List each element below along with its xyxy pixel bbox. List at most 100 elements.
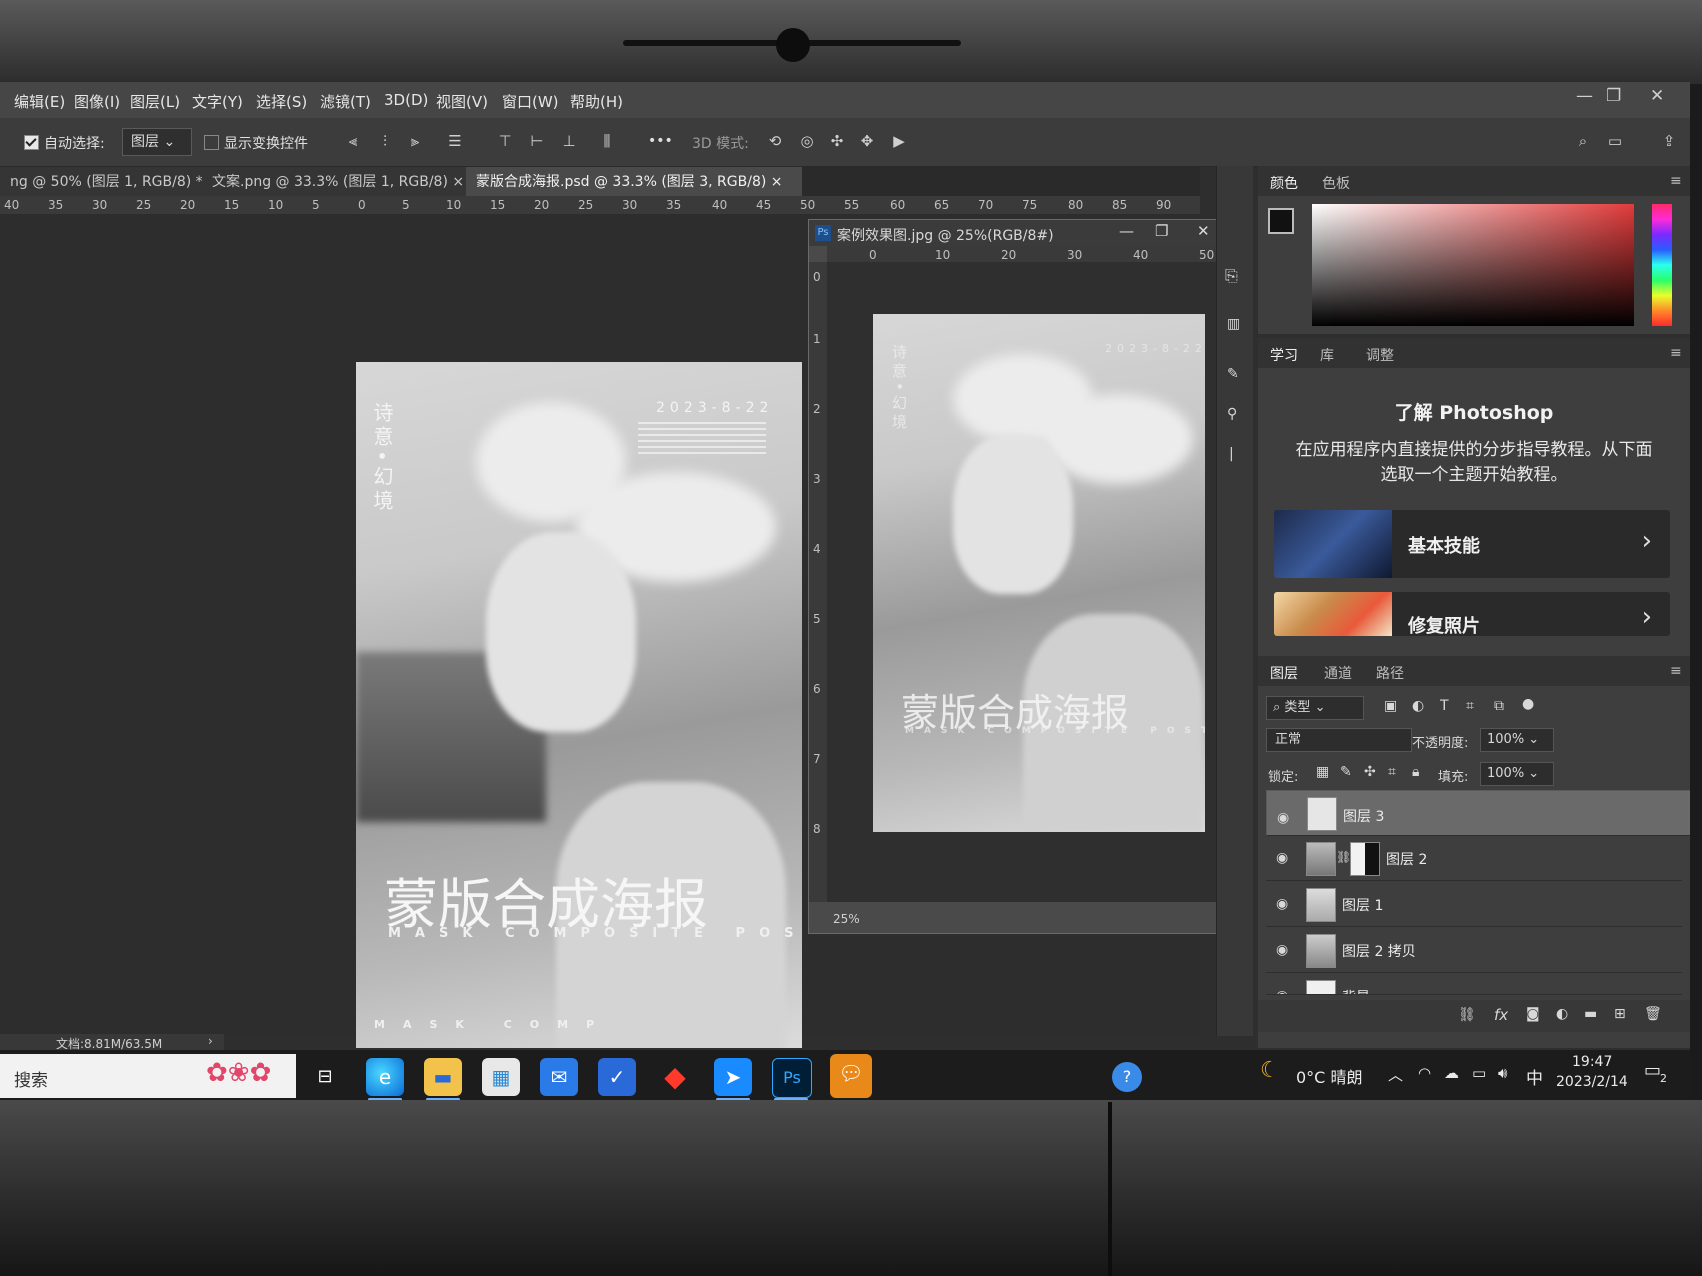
network-icon[interactable]: ◠ bbox=[1418, 1064, 1431, 1082]
tab-libraries[interactable]: 库 bbox=[1320, 345, 1334, 365]
distribute-vertical-icon[interactable]: ⫼ bbox=[598, 132, 616, 150]
shape-filter-icon[interactable]: ⌗ bbox=[1466, 698, 1474, 714]
adjustment-layer-icon[interactable]: ◐ bbox=[1556, 1006, 1568, 1022]
menu-3d[interactable]: 3D(D) bbox=[384, 91, 428, 109]
align-middle-icon[interactable]: ⊢ bbox=[528, 132, 546, 150]
filter-toggle-icon[interactable]: ● bbox=[1522, 696, 1534, 712]
auto-select-option[interactable]: 自动选择: bbox=[24, 133, 105, 153]
menu-edit[interactable]: 编辑(E) bbox=[14, 91, 65, 112]
lock-all-icon[interactable]: 🔒︎ bbox=[1412, 764, 1419, 780]
restore-button[interactable]: ❐ bbox=[1606, 86, 1621, 106]
app-blue-icon[interactable]: ✓ bbox=[598, 1058, 636, 1096]
trash-icon[interactable]: 🗑︎ bbox=[1644, 1006, 1662, 1022]
more-options[interactable]: ••• bbox=[648, 133, 673, 149]
align-left-icon[interactable]: ⫷ bbox=[344, 132, 362, 150]
tab-close-icon[interactable]: × bbox=[452, 174, 464, 190]
history-icon[interactable]: ⎘ bbox=[1225, 266, 1238, 286]
fx-button[interactable]: fx bbox=[1494, 1006, 1508, 1024]
tray-chevron-icon[interactable]: ︿ bbox=[1388, 1064, 1403, 1085]
search-icon[interactable]: ⌕ bbox=[1574, 132, 1592, 150]
3d-pan-icon[interactable]: ✣ bbox=[828, 132, 846, 150]
floating-window-titlebar[interactable]: Ps 案例效果图.jpg @ 25%(RGB/8#) — ❐ ✕ bbox=[809, 220, 1245, 246]
file-explorer-icon[interactable]: ▬ bbox=[424, 1058, 462, 1096]
tab-adjustments[interactable]: 调整 bbox=[1366, 345, 1394, 365]
blend-mode-dropdown[interactable]: 正常 bbox=[1266, 728, 1412, 752]
panel-menu-icon[interactable]: ≡ bbox=[1670, 173, 1682, 189]
show-transform-checkbox[interactable] bbox=[204, 135, 219, 150]
close-button[interactable]: ✕ bbox=[1650, 86, 1664, 106]
auto-select-dropdown[interactable]: 图层 ⌄ bbox=[122, 128, 192, 156]
learn-card-fix-photo[interactable]: 修复照片 › bbox=[1274, 592, 1670, 636]
lock-paint-icon[interactable]: ✎ bbox=[1340, 764, 1352, 780]
layer-row[interactable]: ◉ 图层 1 bbox=[1266, 882, 1682, 927]
layer-filter-dropdown[interactable]: ⌕ 类型 ⌄ bbox=[1266, 696, 1364, 720]
float-minimize-button[interactable]: — bbox=[1119, 222, 1134, 240]
menu-image[interactable]: 图像(I) bbox=[74, 91, 120, 112]
3d-camera-icon[interactable]: ▶ bbox=[890, 132, 908, 150]
tab-doc-2[interactable]: 文案.png @ 33.3% (图层 1, RGB/8) × bbox=[202, 167, 470, 197]
align-right-icon[interactable]: ⫸ bbox=[406, 132, 424, 150]
pixel-filter-icon[interactable]: ▣ bbox=[1384, 698, 1397, 714]
edge-icon[interactable]: e bbox=[366, 1058, 404, 1096]
app-red-icon[interactable]: ◆ bbox=[656, 1058, 694, 1096]
store-icon[interactable]: ▦ bbox=[482, 1058, 520, 1096]
layer-row[interactable]: ◉ 图层 2 拷贝 bbox=[1266, 928, 1682, 973]
float-zoom-level[interactable]: 25% bbox=[833, 912, 860, 926]
panel-menu-icon[interactable]: ≡ bbox=[1670, 663, 1682, 679]
eye-icon[interactable]: ◉ bbox=[1276, 896, 1288, 912]
minimize-button[interactable]: — bbox=[1576, 86, 1593, 106]
tab-doc-1[interactable]: ng @ 50% (图层 1, RGB/8) * × bbox=[0, 167, 219, 197]
workspace-icon[interactable]: ▭ bbox=[1606, 132, 1624, 150]
float-maximize-button[interactable]: ❐ bbox=[1155, 222, 1168, 240]
eye-icon[interactable]: ◉ bbox=[1277, 805, 1289, 831]
add-mask-icon[interactable]: ◙ bbox=[1526, 1006, 1540, 1022]
tab-layers[interactable]: 图层 bbox=[1270, 663, 1298, 683]
photoshop-taskbar-icon[interactable]: Ps bbox=[772, 1058, 812, 1098]
color-field[interactable] bbox=[1312, 204, 1634, 326]
eye-icon[interactable]: ◉ bbox=[1276, 942, 1288, 958]
tab-swatches[interactable]: 色板 bbox=[1322, 173, 1350, 193]
tab-color[interactable]: 颜色 bbox=[1270, 173, 1298, 193]
notification-icon[interactable]: ▭ bbox=[1644, 1060, 1661, 1081]
panel-menu-icon[interactable]: ≡ bbox=[1670, 345, 1682, 361]
align-top-icon[interactable]: ⊤ bbox=[496, 132, 514, 150]
type-filter-icon[interactable]: T bbox=[1440, 698, 1449, 714]
menu-layer[interactable]: 图层(L) bbox=[130, 91, 180, 112]
volume-icon[interactable]: 🔊︎ bbox=[1498, 1064, 1507, 1082]
feishu-icon[interactable]: ➤ bbox=[714, 1058, 752, 1096]
menu-type[interactable]: 文字(Y) bbox=[192, 91, 243, 112]
menu-filter[interactable]: 滤镜(T) bbox=[320, 91, 371, 112]
float-close-button[interactable]: ✕ bbox=[1197, 222, 1210, 240]
menu-help[interactable]: 帮助(H) bbox=[570, 91, 623, 112]
layer-row[interactable]: ◉ 图层 3 bbox=[1266, 790, 1690, 836]
align-center-icon[interactable]: ⫶ bbox=[376, 132, 394, 150]
link-layers-icon[interactable]: ⛓ bbox=[1458, 1007, 1476, 1023]
tab-learn[interactable]: 学习 bbox=[1270, 345, 1298, 365]
3d-rotate-icon[interactable]: ⟲ bbox=[766, 132, 784, 150]
auto-select-checkbox[interactable] bbox=[24, 135, 39, 150]
tab-doc-3[interactable]: 蒙版合成海报.psd @ 33.3% (图层 3, RGB/8) × bbox=[466, 167, 802, 197]
lock-transparent-icon[interactable]: ▦ bbox=[1316, 764, 1329, 780]
tab-paths[interactable]: 路径 bbox=[1376, 663, 1404, 683]
fill-input[interactable]: 100% ⌄ bbox=[1480, 762, 1554, 786]
opacity-input[interactable]: 100% ⌄ bbox=[1480, 728, 1554, 752]
poster-main[interactable]: 诗意•幻境 2023-8-22 蒙版合成海报 MASK COMPOSITE PO… bbox=[356, 362, 802, 1048]
task-view-icon[interactable]: ⊟ bbox=[306, 1058, 344, 1096]
battery-icon[interactable]: ▭ bbox=[1472, 1064, 1486, 1082]
align-bottom-icon[interactable]: ⊥ bbox=[560, 132, 578, 150]
share-icon[interactable]: ⇪ bbox=[1660, 132, 1678, 150]
clock-date[interactable]: 2023/2/14 bbox=[1556, 1074, 1628, 1090]
adjustment-filter-icon[interactable]: ◐ bbox=[1412, 698, 1424, 714]
distribute-icon[interactable]: ☰ bbox=[446, 132, 464, 150]
brush-icon[interactable]: ✎ bbox=[1227, 366, 1239, 382]
help-icon[interactable]: ? bbox=[1112, 1062, 1142, 1092]
weather-text[interactable]: 0°C 晴朗 bbox=[1296, 1064, 1362, 1088]
cloud-icon[interactable]: ☁ bbox=[1444, 1064, 1459, 1082]
3d-slide-icon[interactable]: ✥ bbox=[858, 132, 876, 150]
stamp-icon[interactable]: ⚲ bbox=[1227, 406, 1237, 422]
layer-row[interactable]: ◉ 背景 bbox=[1266, 974, 1682, 995]
learn-card-basic-skills[interactable]: 基本技能 › bbox=[1274, 510, 1670, 578]
tab-close-icon[interactable]: × bbox=[771, 174, 783, 190]
tab-channels[interactable]: 通道 bbox=[1324, 663, 1352, 683]
wechat-icon[interactable]: 💬︎ bbox=[830, 1054, 872, 1098]
